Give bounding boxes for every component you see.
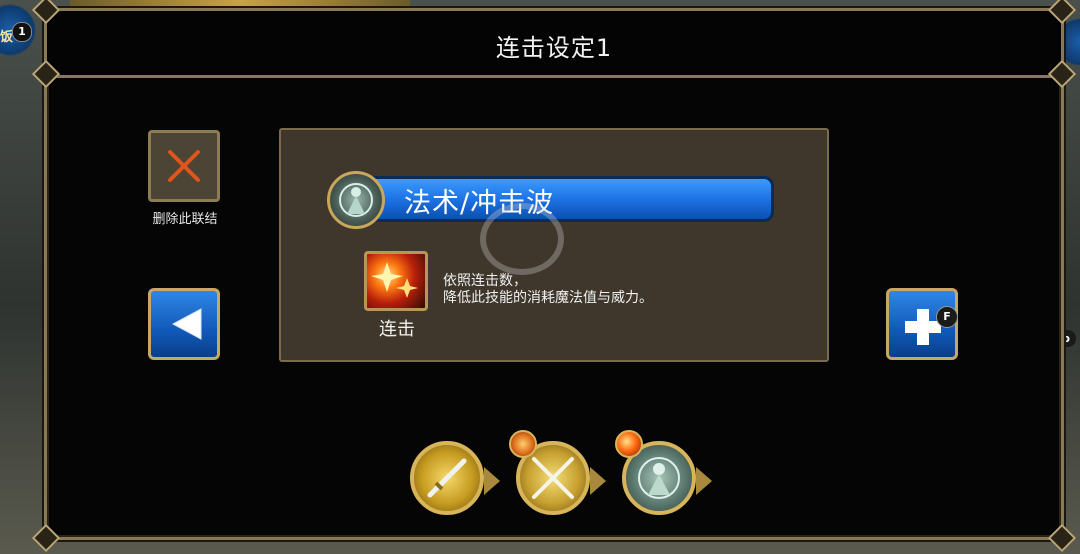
previous-button[interactable] bbox=[148, 288, 220, 360]
spark-icon bbox=[371, 262, 418, 298]
close-icon bbox=[168, 150, 200, 182]
hud-count-badge: 1 bbox=[12, 22, 32, 42]
frame-corner-ornament bbox=[31, 523, 61, 553]
delete-link-button[interactable] bbox=[148, 130, 220, 202]
combo-label: 连击 bbox=[379, 319, 415, 340]
chain-arrow bbox=[590, 467, 606, 495]
dialog-title: 连击设定1 bbox=[495, 34, 613, 62]
chain-arrow bbox=[484, 467, 500, 495]
triangle-left-icon bbox=[171, 308, 202, 340]
sword-skill-icon bbox=[427, 458, 467, 498]
chain-slot-sword[interactable] bbox=[410, 441, 500, 515]
dialog-titlebar: 连击设定1 bbox=[47, 11, 1061, 78]
chain-arrow bbox=[696, 467, 712, 495]
combo-burst-icon bbox=[615, 430, 643, 458]
mage-figure-icon bbox=[339, 183, 373, 217]
mage-orb-icon bbox=[327, 171, 385, 229]
hud-glyph: 饭 bbox=[0, 30, 14, 45]
delete-link-label: 删除此联结 bbox=[152, 212, 218, 227]
fist-icon bbox=[509, 430, 537, 458]
game-screen: 饭 1 Tab 连击设定1 删除此联结 F bbox=[0, 0, 1080, 554]
combo-burst-icon bbox=[364, 251, 428, 311]
frame-corner-ornament bbox=[1047, 523, 1077, 553]
hotkey-badge: F bbox=[936, 306, 958, 328]
loading-ring bbox=[480, 203, 564, 275]
combo-description: 依照连击数， 降低此技能的消耗魔法值与威力。 bbox=[443, 273, 653, 306]
